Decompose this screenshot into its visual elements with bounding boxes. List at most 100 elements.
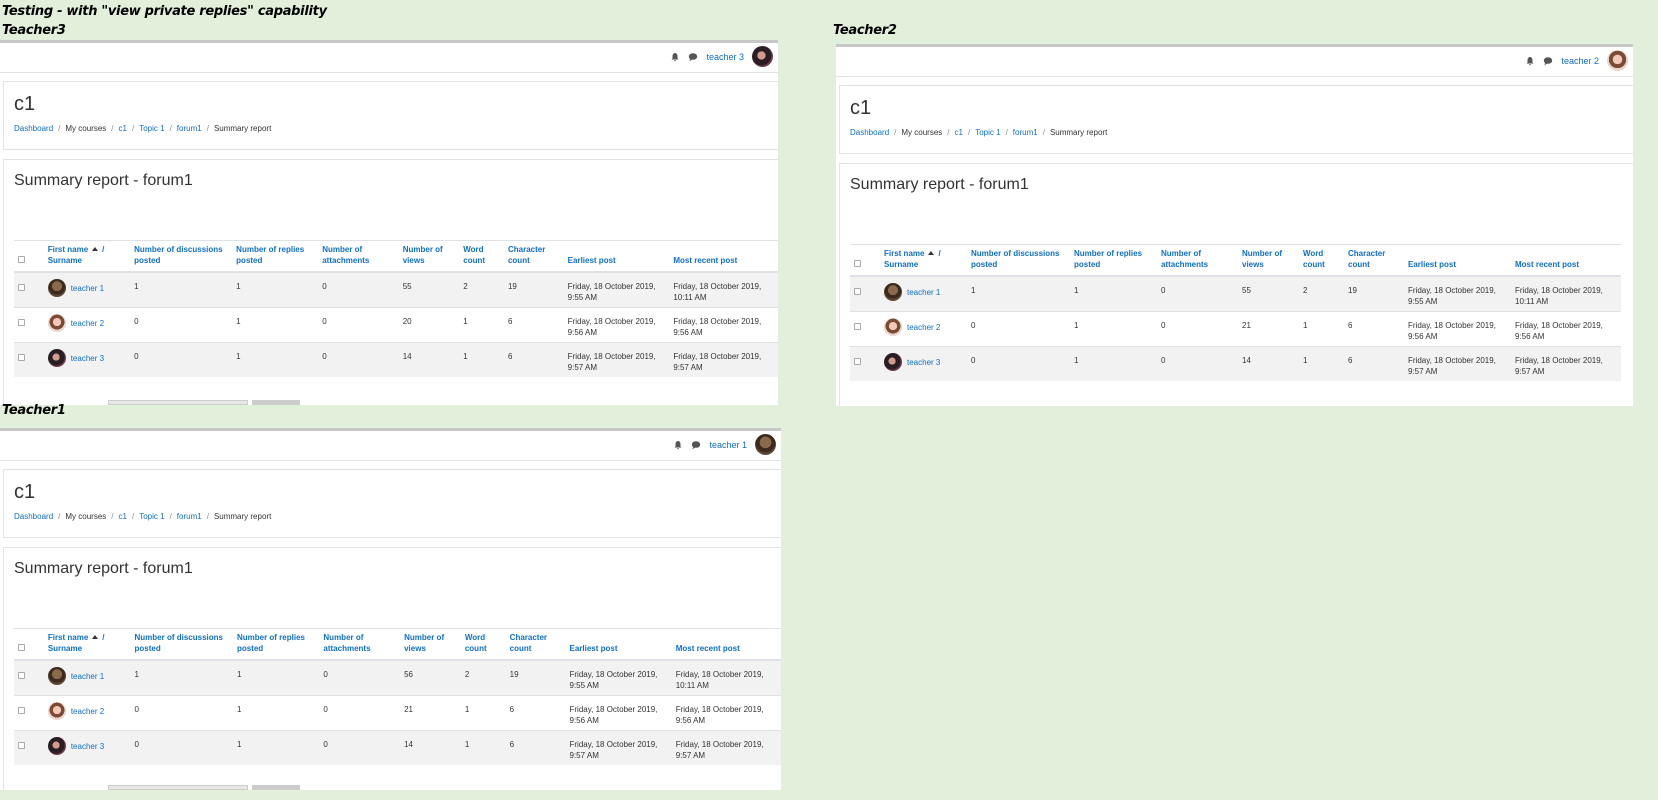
- breadcrumb-item[interactable]: Dashboard: [14, 124, 53, 133]
- user-name-link[interactable]: teacher 1: [71, 671, 104, 682]
- column-header[interactable]: Word count: [1299, 244, 1344, 277]
- messages-icon[interactable]: [688, 52, 698, 62]
- user-name-link[interactable]: teacher 2: [71, 318, 104, 329]
- row-checkbox[interactable]: [18, 707, 25, 714]
- user-name-link[interactable]: teacher 1: [907, 287, 940, 298]
- user-avatar[interactable]: [752, 46, 773, 67]
- column-header[interactable]: Number of discussions posted: [130, 240, 233, 273]
- sort-first-name[interactable]: First name: [884, 249, 924, 258]
- breadcrumb-item[interactable]: forum1: [177, 512, 202, 521]
- row-checkbox[interactable]: [854, 323, 861, 330]
- sort-surname[interactable]: Surname: [48, 644, 82, 653]
- user-avatar[interactable]: [884, 283, 902, 301]
- column-header[interactable]: Word count: [459, 240, 504, 273]
- user-avatar[interactable]: [47, 279, 66, 297]
- cell-replies: 1: [232, 307, 319, 343]
- sort-first-name[interactable]: First name: [48, 633, 88, 642]
- row-checkbox[interactable]: [18, 354, 25, 361]
- messages-icon[interactable]: [1543, 56, 1553, 66]
- breadcrumb-item[interactable]: Topic 1: [975, 128, 1000, 137]
- column-header[interactable]: Character count: [505, 628, 566, 661]
- notifications-bell-icon[interactable]: [673, 440, 683, 450]
- download-button[interactable]: [252, 785, 300, 790]
- column-header[interactable]: Number of replies posted: [1070, 244, 1157, 277]
- user-avatar[interactable]: [755, 434, 776, 455]
- column-header[interactable]: Number of replies posted: [232, 240, 319, 273]
- row-checkbox[interactable]: [854, 358, 861, 365]
- user-avatar[interactable]: [1607, 50, 1628, 71]
- column-header[interactable]: Most recent post: [669, 240, 778, 273]
- row-checkbox[interactable]: [18, 742, 25, 749]
- user-avatar[interactable]: [884, 353, 902, 371]
- column-header[interactable]: Number of views: [1238, 244, 1299, 277]
- user-avatar[interactable]: [47, 314, 66, 332]
- user-avatar[interactable]: [47, 702, 66, 720]
- select-all-checkbox[interactable]: [18, 256, 25, 263]
- column-header[interactable]: Number of attachments: [1157, 244, 1238, 277]
- user-menu-name[interactable]: teacher 2: [1561, 56, 1599, 66]
- main-region: Summary report - forum1 First name / Surnam…: [3, 159, 778, 405]
- user-name-link[interactable]: teacher 1: [71, 283, 104, 294]
- user-avatar[interactable]: [884, 318, 902, 336]
- user-avatar[interactable]: [47, 667, 66, 685]
- column-header[interactable]: Number of discussions posted: [130, 628, 233, 661]
- column-header[interactable]: Most recent post: [671, 628, 781, 661]
- breadcrumb-item[interactable]: c1: [119, 124, 127, 133]
- breadcrumb-item[interactable]: c1: [955, 128, 963, 137]
- column-header[interactable]: Character count: [1344, 244, 1404, 277]
- select-all-checkbox[interactable]: [854, 260, 861, 267]
- cell-earliest: Friday, 18 October 2019, 9:57 AM: [565, 730, 672, 765]
- row-checkbox[interactable]: [854, 288, 861, 295]
- user-name-link[interactable]: teacher 3: [71, 353, 104, 364]
- column-header-name[interactable]: First name / Surname: [43, 240, 131, 273]
- row-checkbox[interactable]: [18, 319, 25, 326]
- screenshot-panel: teacher 1 c1 Dashboard / My courses / c1 / Topic…: [0, 428, 781, 790]
- column-header[interactable]: Earliest post: [565, 628, 672, 661]
- notifications-bell-icon[interactable]: [670, 52, 680, 62]
- column-header[interactable]: Earliest post: [1404, 244, 1511, 277]
- breadcrumb-item[interactable]: Dashboard: [14, 512, 53, 521]
- notifications-bell-icon[interactable]: [1525, 56, 1535, 66]
- messages-icon[interactable]: [691, 440, 701, 450]
- column-header[interactable]: Most recent post: [1511, 244, 1621, 277]
- pagination-control[interactable]: [108, 400, 248, 405]
- breadcrumb-item[interactable]: forum1: [177, 124, 202, 133]
- select-all-checkbox[interactable]: [18, 644, 25, 651]
- column-header[interactable]: Number of replies posted: [232, 628, 320, 661]
- column-header[interactable]: Character count: [503, 240, 564, 273]
- cell-words: 1: [460, 730, 506, 765]
- download-button[interactable]: [252, 400, 300, 405]
- user-name-link[interactable]: teacher 3: [907, 357, 940, 368]
- breadcrumb-item[interactable]: forum1: [1013, 128, 1038, 137]
- breadcrumb-separator: /: [131, 124, 135, 133]
- row-checkbox[interactable]: [18, 672, 25, 679]
- column-header[interactable]: Number of discussions posted: [967, 244, 1070, 277]
- user-avatar[interactable]: [47, 349, 66, 367]
- user-avatar[interactable]: [47, 737, 66, 755]
- user-name-link[interactable]: teacher 3: [71, 741, 104, 752]
- column-header[interactable]: Number of views: [398, 240, 460, 273]
- column-header[interactable]: Word count: [460, 628, 506, 661]
- row-checkbox[interactable]: [18, 284, 25, 291]
- breadcrumb-item[interactable]: Topic 1: [139, 512, 164, 521]
- column-header[interactable]: Number of attachments: [318, 240, 399, 273]
- column-header[interactable]: Number of views: [400, 628, 461, 661]
- column-header-name[interactable]: First name / Surname: [880, 244, 967, 277]
- user-menu-name[interactable]: teacher 3: [706, 52, 744, 62]
- sort-surname[interactable]: Surname: [884, 260, 918, 269]
- breadcrumb-item[interactable]: Topic 1: [139, 124, 164, 133]
- cell-words: 2: [460, 659, 506, 696]
- column-header[interactable]: Earliest post: [563, 240, 670, 273]
- sort-first-name[interactable]: First name: [48, 245, 88, 254]
- column-header-name[interactable]: First name / Surname: [43, 628, 131, 661]
- sort-surname[interactable]: Surname: [48, 256, 82, 265]
- breadcrumb-item[interactable]: c1: [119, 512, 127, 521]
- column-header[interactable]: Number of attachments: [319, 628, 401, 661]
- pagination-control[interactable]: [108, 785, 248, 790]
- user-menu-name[interactable]: teacher 1: [709, 440, 747, 450]
- breadcrumb-item[interactable]: Dashboard: [850, 128, 889, 137]
- user-name-link[interactable]: teacher 2: [71, 706, 104, 717]
- user-name-link[interactable]: teacher 2: [907, 322, 940, 333]
- report-title: Summary report - forum1: [850, 176, 1029, 193]
- name-separator: /: [938, 249, 941, 258]
